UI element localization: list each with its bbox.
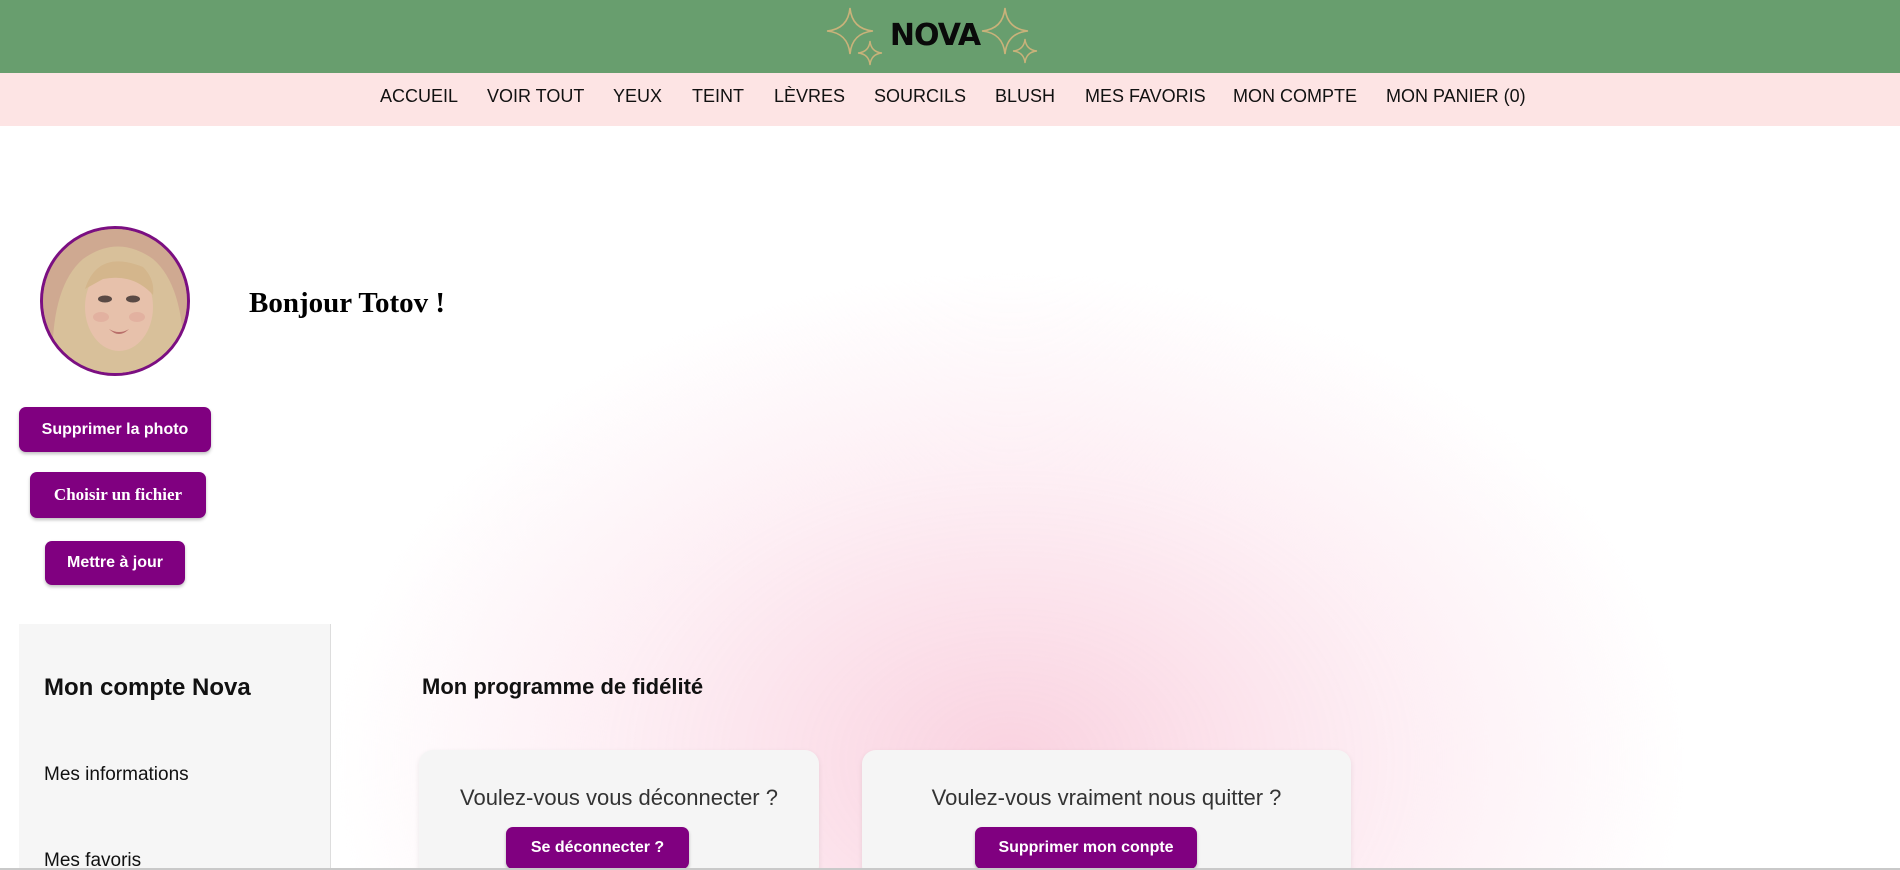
sidebar-title: Mon compte Nova <box>44 674 251 701</box>
brand-logo[interactable]: NOVA <box>825 2 1045 68</box>
nav-item-mon-panier[interactable]: MON PANIER (0) <box>1386 86 1526 107</box>
profile-photo <box>43 229 187 373</box>
logout-question: Voulez-vous vous déconnecter ? <box>460 785 778 810</box>
nav-item-mon-compte[interactable]: MON COMPTE <box>1233 86 1357 107</box>
nav-item-sourcils[interactable]: SOURCILS <box>874 86 966 107</box>
top-header: NOVA <box>0 0 1900 73</box>
nav-item-accueil[interactable]: ACCUEIL <box>380 86 458 107</box>
loyalty-section-title: Mon programme de fidélité <box>422 674 704 699</box>
sparkle-icon <box>857 40 883 66</box>
main-nav: ACCUEIL VOIR TOUT YEUX TEINT LÈVRES SOUR… <box>0 73 1900 126</box>
greeting-heading: Bonjour Totov ! <box>249 287 446 319</box>
nav-item-voir-tout[interactable]: VOIR TOUT <box>487 86 584 107</box>
avatar <box>40 226 190 376</box>
delete-account-question: Voulez-vous vraiment nous quitter ? <box>931 785 1282 810</box>
delete-account-button[interactable]: Supprimer mon conpte <box>975 827 1197 869</box>
logout-button[interactable]: Se déconnecter ? <box>506 827 689 869</box>
logout-card: Voulez-vous vous déconnecter ? Se déconn… <box>419 750 819 870</box>
nav-item-teint[interactable]: TEINT <box>692 86 744 107</box>
update-button[interactable]: Mettre à jour <box>45 541 185 585</box>
sidebar-item-mes-favoris[interactable]: Mes favoris <box>44 850 141 870</box>
delete-photo-button[interactable]: Supprimer la photo <box>19 407 211 452</box>
sparkle-icon <box>1012 38 1038 64</box>
choose-file-button[interactable]: Choisir un fichier <box>30 472 206 518</box>
nav-item-blush[interactable]: BLUSH <box>995 86 1055 107</box>
account-sidebar: Mon compte Nova Mes informations Mes fav… <box>19 624 331 870</box>
nav-item-mes-favoris[interactable]: MES FAVORIS <box>1085 86 1206 107</box>
nav-item-levres[interactable]: LÈVRES <box>774 86 845 107</box>
sidebar-item-mes-informations[interactable]: Mes informations <box>44 764 189 786</box>
nav-item-yeux[interactable]: YEUX <box>613 86 662 107</box>
brand-name: NOVA <box>889 18 981 53</box>
delete-account-card: Voulez-vous vraiment nous quitter ? Supp… <box>862 750 1351 870</box>
